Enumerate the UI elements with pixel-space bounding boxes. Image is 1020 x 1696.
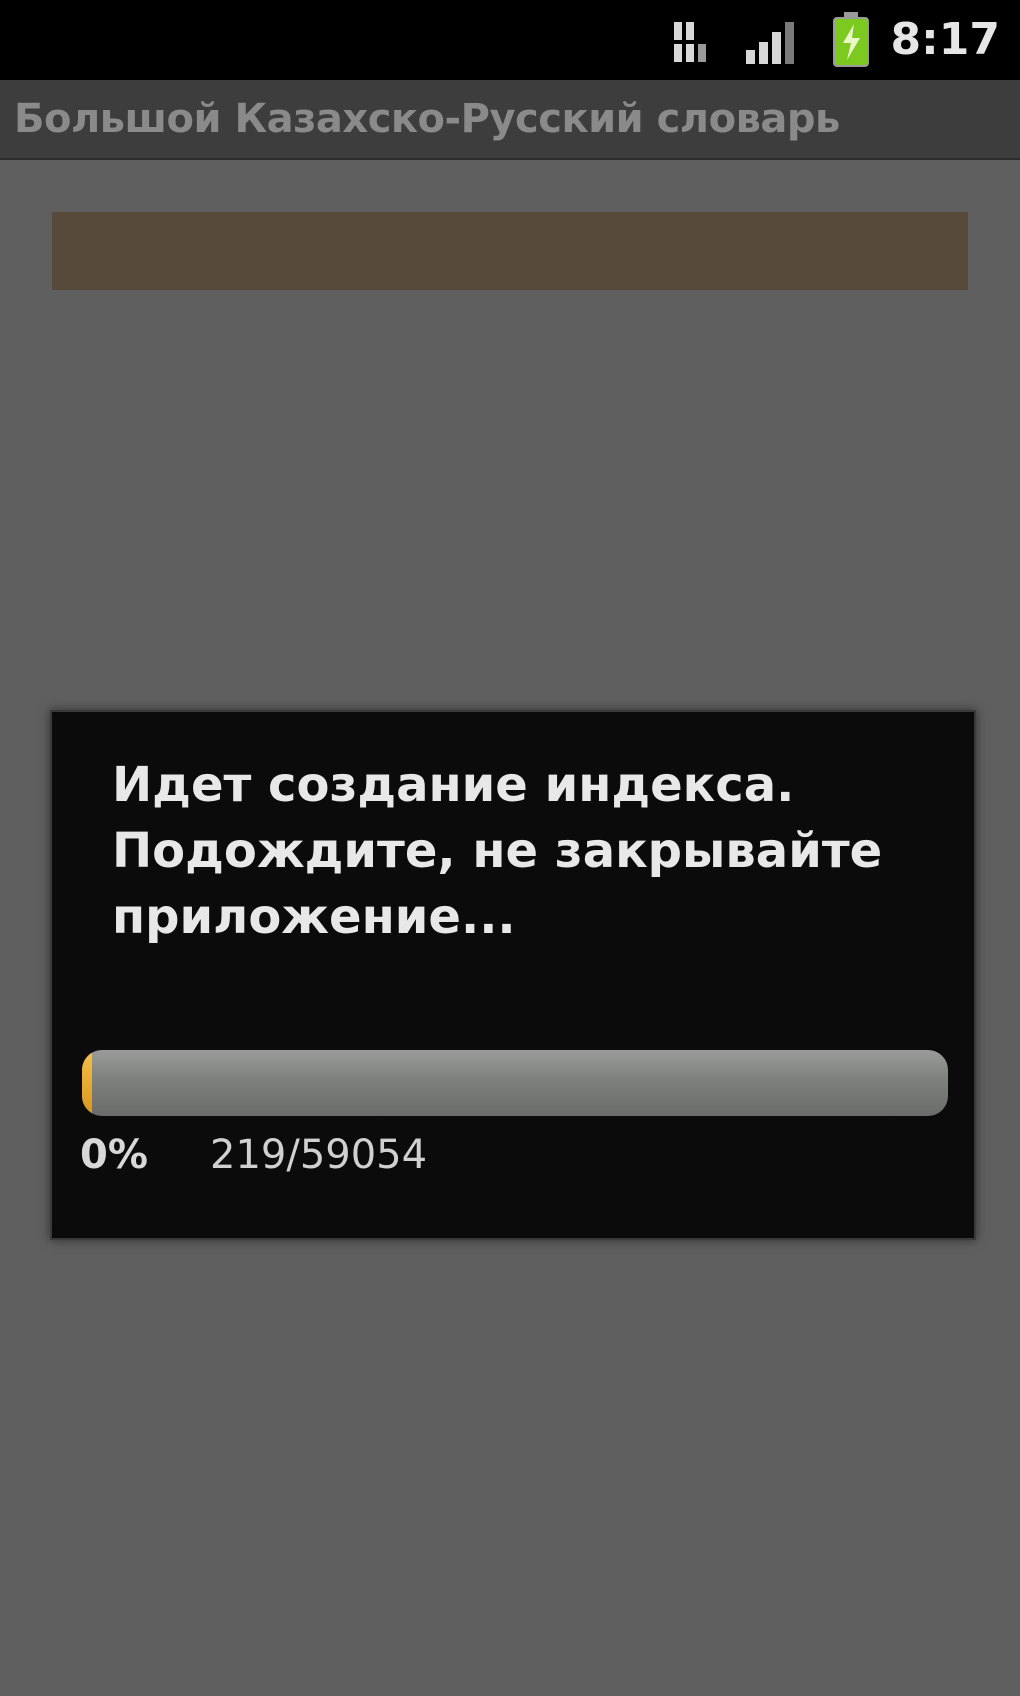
dialog-message: Идет создание индекса. Подождите, не зак… <box>112 757 883 945</box>
progress-bar-fill <box>82 1050 92 1116</box>
progress-count: 219/59054 <box>210 1132 428 1178</box>
screen: 8:17 Большой Казахско-Русский словарь Ид… <box>0 0 1020 1696</box>
banner-area <box>52 212 968 290</box>
status-bar: 8:17 <box>0 0 1020 80</box>
progress-bar <box>82 1050 948 1116</box>
app-title-bar: Большой Казахско-Русский словарь <box>0 80 1020 160</box>
data-transfer-icon <box>672 18 712 70</box>
progress-percent: 0% <box>80 1132 148 1178</box>
battery-charging-icon <box>830 10 874 72</box>
progress-dialog: Идет создание индекса. Подождите, не зак… <box>50 710 976 1240</box>
app-title: Большой Казахско-Русский словарь <box>14 96 840 142</box>
signal-strength-icon <box>744 18 802 70</box>
status-time: 8:17 <box>890 14 1000 65</box>
